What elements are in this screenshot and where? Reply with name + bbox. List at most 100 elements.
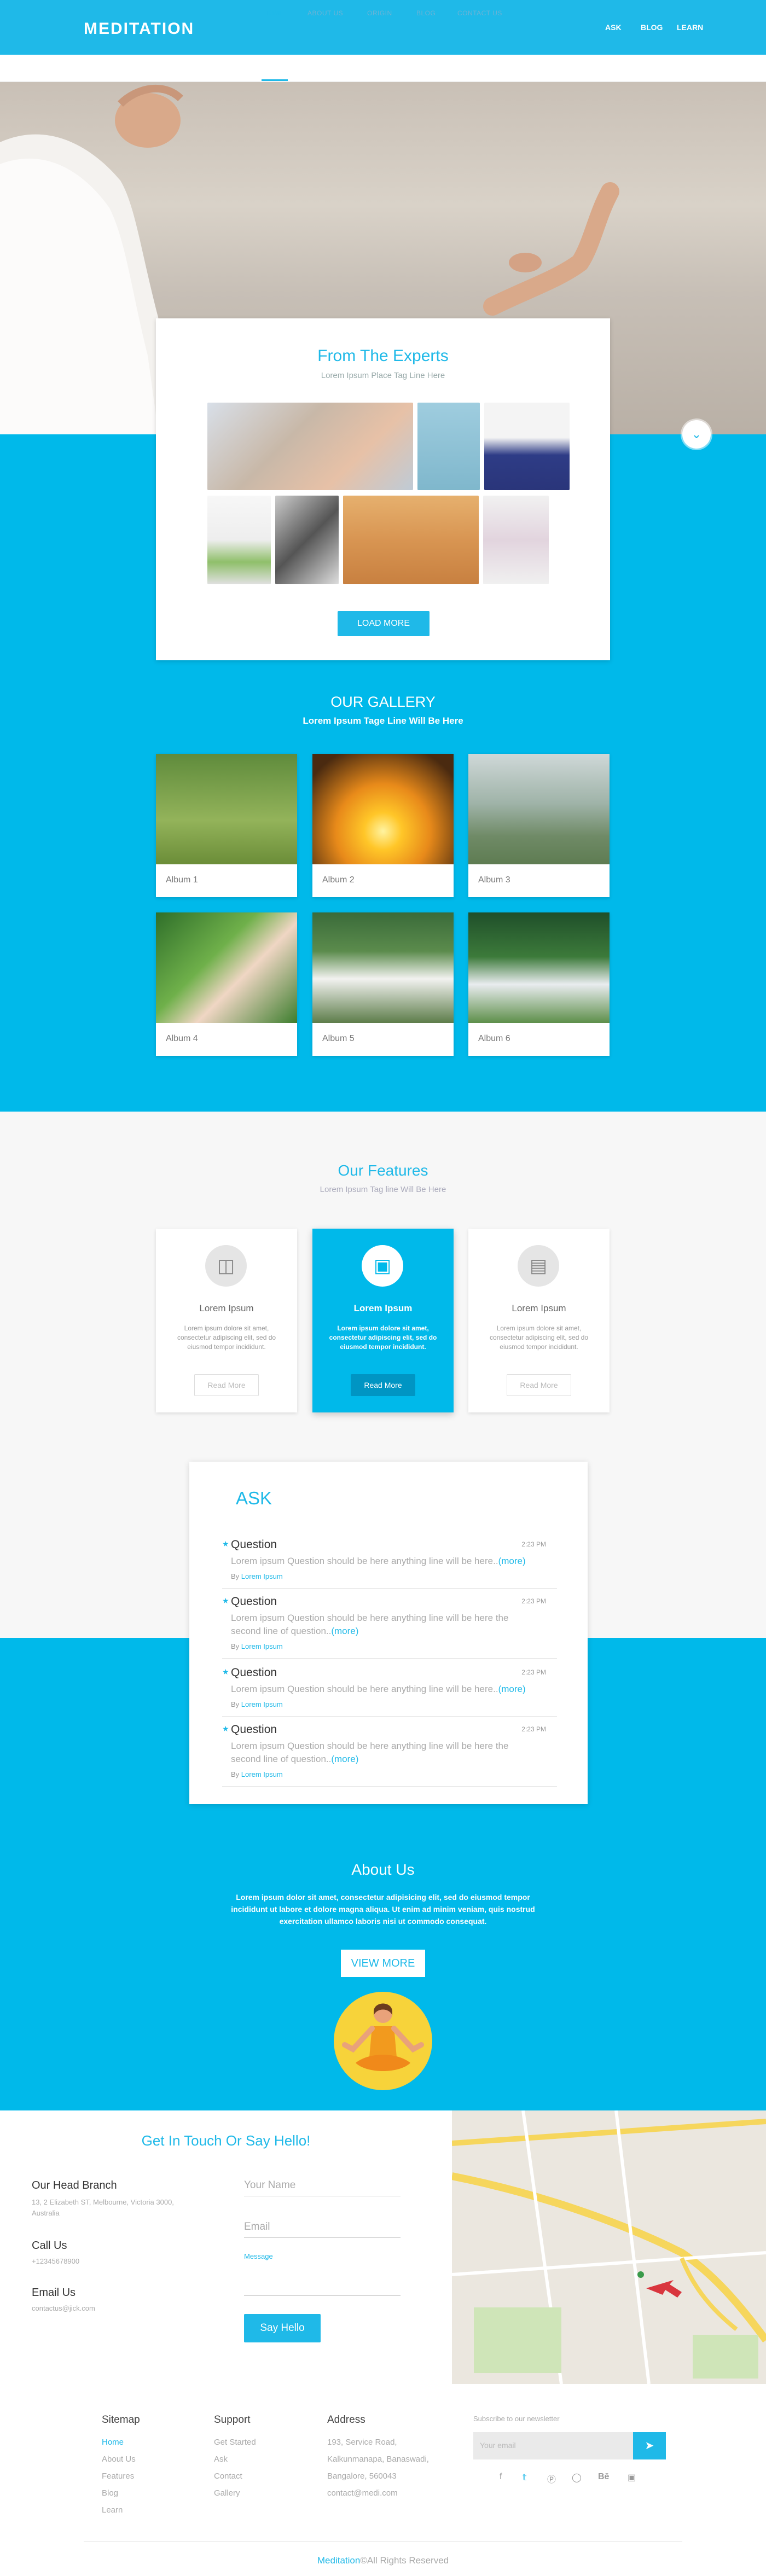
call-value[interactable]: +12345678900	[32, 2256, 79, 2267]
say-hello-button[interactable]: Say Hello	[244, 2314, 321, 2342]
footer-link-about-us[interactable]: About Us	[102, 2455, 136, 2464]
footer-link-home[interactable]: Home	[102, 2438, 124, 2447]
album-card-3[interactable]: Album 3	[468, 754, 610, 897]
twitter-icon[interactable]: 𝕥	[523, 2472, 526, 2483]
question-item-1[interactable]: ★ Question 2:23 PM Lorem ipsum Question …	[222, 1538, 557, 1589]
album-4-image	[156, 912, 297, 1023]
location-map[interactable]	[452, 2110, 766, 2384]
load-more-button[interactable]: LOAD MORE	[338, 611, 430, 636]
feature-1-text: Lorem ipsum dolore sit amet, consectetur…	[177, 1324, 276, 1351]
support-heading: Support	[214, 2414, 251, 2426]
address-email[interactable]: contact@medi.com	[327, 2488, 398, 2498]
footer-link-learn[interactable]: Learn	[102, 2505, 123, 2515]
dribbble-icon[interactable]: ◯	[572, 2472, 582, 2483]
active-tab-indicator	[262, 79, 288, 81]
question-item-2[interactable]: ★ Question 2:23 PM Lorem ipsum Question …	[222, 1595, 557, 1659]
album-4-label: Album 4	[166, 1034, 198, 1043]
footer-link-features[interactable]: Features	[102, 2472, 134, 2481]
feature-card-3: ▤ Lorem Ipsum Lorem ipsum dolore sit ame…	[468, 1229, 610, 1412]
facebook-icon[interactable]: f	[500, 2472, 502, 2482]
experts-title: From The Experts	[317, 347, 449, 365]
more-link[interactable]: (more)	[498, 1684, 526, 1694]
feature-1-title: Lorem Ipsum	[199, 1303, 254, 1313]
subnav-home[interactable]: HOME	[264, 9, 285, 17]
footer-link-ask[interactable]: Ask	[214, 2455, 228, 2464]
album-card-1[interactable]: Album 1	[156, 754, 297, 897]
message-label: Message	[244, 2252, 273, 2260]
question-text: Lorem ipsum Question should be here anyt…	[231, 1741, 509, 1764]
features-title: Our Features	[338, 1162, 428, 1179]
star-icon: ★	[222, 1596, 229, 1605]
feature-2-text: Lorem ipsum dolore sit amet, consectetur…	[329, 1324, 437, 1351]
album-6-image	[468, 912, 610, 1023]
newsletter-submit-button[interactable]: ➤	[633, 2432, 666, 2459]
branch-label: Our Head Branch	[32, 2179, 117, 2191]
more-link[interactable]: (more)	[331, 1754, 358, 1764]
question-time: 2:23 PM	[521, 1725, 546, 1733]
site-logo[interactable]: MEDITATION	[84, 20, 194, 38]
feature-card-1: ◫ Lorem Ipsum Lorem ipsum dolore sit ame…	[156, 1229, 297, 1412]
address-line-2: Kalkunmanapa, Banaswadi,	[327, 2455, 429, 2464]
question-title: Question	[231, 1666, 277, 1679]
album-5-label: Album 5	[322, 1034, 355, 1043]
question-text: Lorem ipsum Question should be here anyt…	[231, 1684, 526, 1694]
send-icon: ➤	[645, 2440, 654, 2452]
address-line-3: Bangalore, 560043	[327, 2472, 397, 2481]
feature-1-read-more-button[interactable]: Read More	[194, 1374, 259, 1396]
nav-link-ask[interactable]: ASK	[605, 23, 622, 32]
feature-3-read-more-button[interactable]: Read More	[507, 1374, 571, 1396]
expert-photo-diagram[interactable]	[417, 403, 480, 490]
album-card-2[interactable]: Album 2	[312, 754, 454, 897]
footer-link-contact[interactable]: Contact	[214, 2472, 242, 2481]
expert-photo-yoga-group[interactable]	[207, 403, 413, 490]
email-value[interactable]: contactus@jick.com	[32, 2303, 95, 2314]
newsletter-email-input[interactable]: Your email	[473, 2432, 633, 2459]
feature-card-2: ▣ Lorem Ipsum Lorem ipsum dolore sit ame…	[312, 1229, 454, 1412]
chevron-down-icon: ⌄	[691, 427, 702, 441]
branch-address: 13, 2 Elizabeth ST, Melbourne, Victoria …	[32, 2198, 174, 2217]
pinterest-icon[interactable]: Ⓟ	[547, 2472, 556, 2485]
behance-icon[interactable]: Bē	[598, 2472, 609, 2482]
expert-photo-portrait[interactable]	[484, 403, 570, 490]
question-item-4[interactable]: ★ Question 2:23 PM Lorem ipsum Question …	[222, 1723, 557, 1787]
experts-card: From The Experts Lorem Ipsum Place Tag L…	[156, 318, 610, 660]
album-card-6[interactable]: Album 6	[468, 912, 610, 1056]
message-input[interactable]	[244, 2295, 401, 2296]
instagram-icon[interactable]: ▣	[628, 2472, 636, 2483]
subnav-contact-us[interactable]: CONTACT US	[457, 9, 502, 17]
subnav-origin[interactable]: ORIGIN	[367, 9, 392, 17]
nav-link-blog[interactable]: BLOG	[641, 23, 663, 32]
car-icon: ▣	[362, 1245, 403, 1287]
sitemap-heading: Sitemap	[102, 2414, 140, 2426]
expert-photo-group-meditation[interactable]	[343, 496, 479, 584]
nav-link-learn[interactable]: LEARN	[677, 23, 703, 32]
call-label: Call Us	[32, 2240, 67, 2252]
album-2-image	[312, 754, 454, 864]
email-input[interactable]: Email	[244, 2221, 401, 2238]
album-card-4[interactable]: Album 4	[156, 912, 297, 1056]
view-more-button[interactable]: VIEW MORE	[341, 1950, 425, 1977]
footer-link-gallery[interactable]: Gallery	[214, 2488, 240, 2498]
scroll-down-button[interactable]: ⌄	[682, 420, 711, 449]
subnav-blog[interactable]: BLOG	[416, 9, 436, 17]
footer-link-get-started[interactable]: Get Started	[214, 2438, 256, 2447]
email-label: Email Us	[32, 2287, 76, 2299]
ask-title: ASK	[236, 1488, 272, 1508]
footer-link-blog[interactable]: Blog	[102, 2488, 118, 2498]
subnav-about-us[interactable]: ABOUT US	[307, 9, 343, 17]
question-text: Lorem ipsum Question should be here anyt…	[231, 1556, 526, 1566]
album-card-5[interactable]: Album 5	[312, 912, 454, 1056]
more-link[interactable]: (more)	[331, 1626, 358, 1636]
album-3-image	[468, 754, 610, 864]
star-icon: ★	[222, 1724, 229, 1733]
more-link[interactable]: (more)	[498, 1556, 526, 1566]
expert-photo-woman-3[interactable]	[483, 496, 549, 584]
album-1-image	[156, 754, 297, 864]
expert-photo-woman-2[interactable]	[275, 496, 339, 584]
feature-3-text: Lorem ipsum dolore sit amet, consectetur…	[489, 1324, 589, 1351]
question-item-3[interactable]: ★ Question 2:23 PM Lorem ipsum Question …	[222, 1666, 557, 1717]
feature-2-read-more-button[interactable]: Read More	[351, 1374, 415, 1396]
expert-photo-woman-1[interactable]	[207, 496, 271, 584]
newsletter-label: Subscribe to our newsletter	[473, 2415, 560, 2423]
name-input[interactable]: Your Name	[244, 2179, 401, 2196]
